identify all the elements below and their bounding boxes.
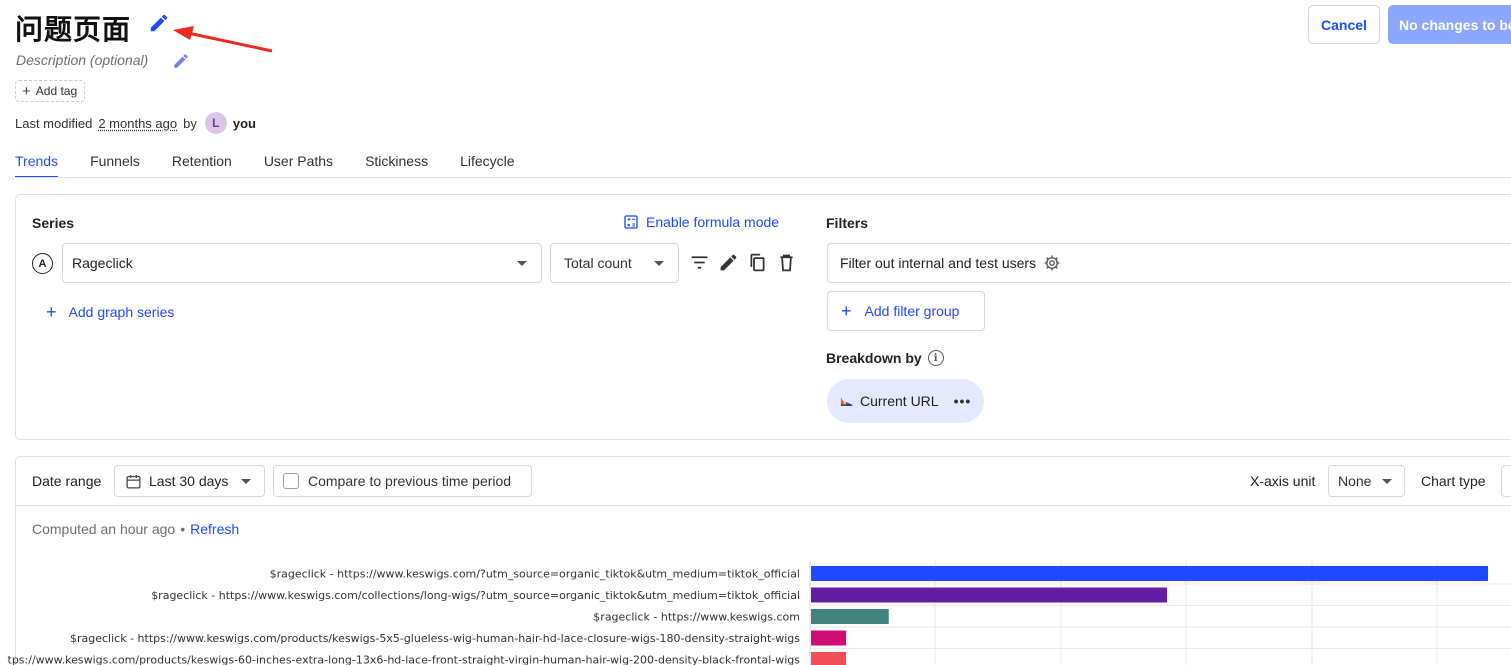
calculator-icon: [624, 215, 638, 229]
plus-icon: +: [46, 302, 57, 322]
cancel-button[interactable]: Cancel: [1308, 5, 1380, 44]
compare-checkbox[interactable]: [283, 473, 299, 489]
bar-1[interactable]: [811, 587, 1168, 603]
plus-icon: +: [841, 301, 852, 321]
chevron-down-icon: [241, 478, 251, 484]
chart-type-select[interactable]: [1501, 465, 1511, 497]
add-graph-series-button[interactable]: + Add graph series: [46, 303, 174, 321]
add-series-label: Add graph series: [68, 304, 175, 320]
computed-status: Computed an hour ago • Refresh: [32, 521, 239, 537]
add-filter-group-label: Add filter group: [864, 303, 960, 319]
arrow-to-title-edit: [173, 26, 273, 53]
bar-label-0: $rageclick - https://www.keswigs.com/?ut…: [270, 568, 800, 581]
computed-label: Computed an hour ago: [32, 521, 176, 537]
bar-4[interactable]: [811, 652, 847, 665]
duplicate-icon[interactable]: [747, 252, 768, 273]
tab-stickiness[interactable]: Stickiness: [365, 150, 428, 178]
rename-pencil-icon[interactable]: [718, 252, 739, 273]
compare-checkbox-row[interactable]: Compare to previous time period: [273, 465, 532, 497]
gear-icon[interactable]: [1043, 254, 1061, 272]
edit-description-icon[interactable]: [172, 52, 190, 70]
insight-type-tabs: Trends Funnels Retention User Paths Stic…: [15, 150, 547, 178]
tab-trends[interactable]: Trends: [15, 150, 59, 178]
date-range-label: Date range: [32, 473, 102, 489]
add-tag-button[interactable]: + Add tag: [15, 80, 86, 102]
query-panel: [15, 194, 1511, 440]
filter-icon[interactable]: [689, 252, 710, 273]
info-icon[interactable]: i: [927, 350, 944, 366]
save-button[interactable]: No changes to be saved: [1388, 5, 1511, 44]
date-range-select[interactable]: Last 30 days: [114, 465, 265, 497]
bar-label-2: $rageclick - https://www.keswigs.com: [593, 611, 800, 624]
delete-icon[interactable]: [776, 252, 797, 273]
math-select[interactable]: Total count: [550, 243, 679, 283]
x-axis-unit-select[interactable]: None: [1328, 465, 1405, 497]
modified-relative-time: 2 months ago: [98, 115, 178, 131]
x-axis-unit-value: None: [1338, 473, 1372, 489]
author-name: you: [232, 115, 256, 131]
filters-heading: Filters: [826, 215, 869, 231]
edit-title-icon[interactable]: [148, 12, 170, 34]
calendar-icon: [126, 474, 141, 489]
breakdown-heading: Breakdown by i: [826, 350, 944, 366]
bar-chart: $rageclick - https://www.keswigs.com/?ut…: [8, 560, 1511, 665]
chart-header-divider: [16, 505, 1511, 506]
bar-3[interactable]: [811, 630, 847, 646]
tab-retention[interactable]: Retention: [172, 150, 232, 178]
bar-label-4: tps://www.keswigs.com/products/keswigs-6…: [8, 654, 801, 665]
compare-label: Compare to previous time period: [308, 473, 512, 489]
insight-title[interactable]: 问题页面: [15, 8, 131, 48]
tab-user-paths[interactable]: User Paths: [264, 150, 333, 178]
plus-icon: +: [22, 82, 31, 100]
bar-0[interactable]: [811, 566, 1488, 581]
chevron-down-icon: [1382, 478, 1392, 484]
modified-by: by: [183, 115, 197, 131]
date-range-value: Last 30 days: [149, 473, 229, 489]
test-accounts-label: Filter out internal and test users: [840, 255, 1037, 271]
more-options-icon[interactable]: •••: [954, 393, 972, 409]
bar-label-3: $rageclick - https://www.keswigs.com/pro…: [70, 632, 800, 645]
tab-funnels[interactable]: Funnels: [90, 150, 140, 178]
breakdown-value: Current URL: [860, 393, 939, 409]
series-letter-badge: A: [32, 253, 53, 274]
add-tag-label: Add tag: [35, 84, 78, 98]
breakdown-pill[interactable]: Current URL •••: [827, 379, 984, 423]
tabs-divider: [15, 177, 1511, 178]
tab-lifecycle[interactable]: Lifecycle: [460, 150, 514, 178]
add-filter-group-button[interactable]: + Add filter group: [827, 291, 985, 331]
description-placeholder[interactable]: Description (optional): [16, 52, 148, 68]
formula-label: Enable formula mode: [646, 214, 780, 230]
bar-2[interactable]: [811, 609, 889, 624]
chart-type-label: Chart type: [1421, 473, 1486, 489]
modified-prefix: Last modified: [15, 115, 93, 131]
math-select-value: Total count: [564, 255, 632, 271]
event-select[interactable]: Rageclick: [62, 243, 542, 283]
series-heading: Series: [32, 215, 75, 231]
refresh-link[interactable]: Refresh: [190, 521, 239, 537]
separator-dot: •: [180, 521, 186, 537]
last-modified: Last modified 2 months ago by L you: [15, 112, 256, 134]
event-select-value: Rageclick: [72, 255, 133, 271]
avatar: L: [204, 112, 227, 134]
chevron-down-icon: [654, 260, 664, 266]
enable-formula-button[interactable]: Enable formula mode: [623, 214, 779, 230]
breakdown-heading-label: Breakdown by: [826, 350, 922, 366]
series-row-actions: [689, 252, 797, 273]
test-accounts-filter[interactable]: Filter out internal and test users: [827, 243, 1511, 283]
property-icon: [840, 397, 853, 406]
bar-label-1: $rageclick - https://www.keswigs.com/col…: [151, 589, 800, 602]
chevron-down-icon: [517, 260, 527, 266]
x-axis-unit-label: X-axis unit: [1250, 473, 1316, 489]
